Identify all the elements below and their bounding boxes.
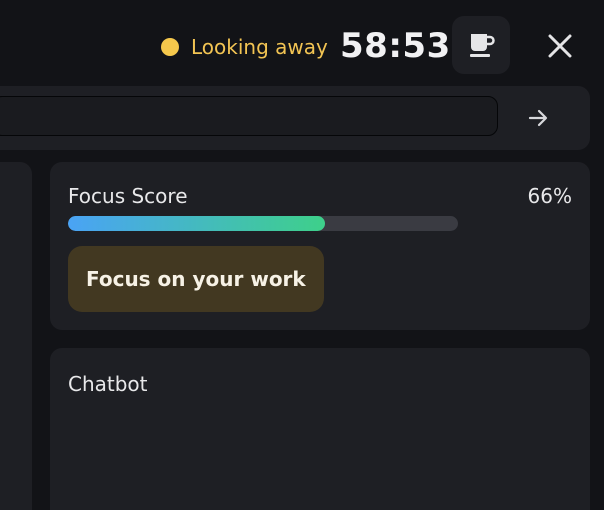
attention-status: Looking away — [161, 36, 328, 58]
chat-input-bar — [0, 86, 590, 150]
focus-progress-bar — [68, 216, 458, 231]
focus-score-title: Focus Score — [68, 184, 188, 208]
session-timer: 58:53 — [340, 26, 451, 66]
focus-score-card: Focus Score 66% Focus on your work — [50, 162, 590, 330]
break-button[interactable] — [452, 16, 510, 74]
chatbot-card: Chatbot — [50, 348, 590, 510]
status-text: Looking away — [191, 35, 328, 59]
focus-message-badge: Focus on your work — [68, 246, 324, 312]
arrow-right-icon — [528, 109, 548, 127]
focus-score-percent: 66% — [527, 184, 572, 208]
coffee-cup-icon — [470, 34, 495, 57]
focus-app-window: Looking away 58:53 Focus Score 66% Focus… — [0, 0, 604, 510]
chatbot-title: Chatbot — [68, 372, 148, 396]
send-button[interactable] — [524, 104, 552, 132]
chat-input[interactable] — [0, 96, 498, 136]
status-dot-icon — [161, 38, 179, 56]
side-panel — [0, 162, 32, 510]
close-icon — [548, 34, 572, 58]
focus-progress-fill — [68, 216, 326, 231]
close-button[interactable] — [540, 26, 580, 66]
